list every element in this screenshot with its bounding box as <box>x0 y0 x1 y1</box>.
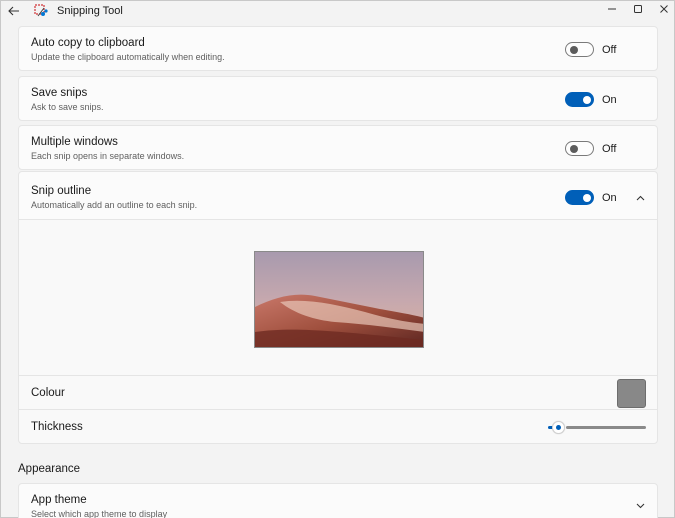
appearance-heading: Appearance <box>18 463 81 475</box>
toggle-knob <box>570 145 578 153</box>
toggle-knob <box>570 46 578 54</box>
title-bar: Snipping Tool <box>1 1 675 23</box>
auto-copy-toggle[interactable] <box>565 42 594 57</box>
colour-swatch-button[interactable] <box>617 379 646 408</box>
snip-outline-toggle[interactable] <box>565 190 594 205</box>
setting-subtitle: Ask to save snips. <box>31 102 104 112</box>
toggle-state-label: Off <box>602 143 617 155</box>
setting-subtitle: Each snip opens in separate windows. <box>31 151 185 161</box>
setting-title: Snip outline <box>31 185 92 197</box>
setting-title: App theme <box>31 494 87 506</box>
colour-row: Colour <box>19 375 657 409</box>
setting-app-theme[interactable]: App theme Select which app theme to disp… <box>18 483 658 518</box>
setting-title: Save snips <box>31 87 88 99</box>
toggle-state-label: Off <box>602 44 617 56</box>
chevron-down-icon[interactable] <box>634 500 646 512</box>
toggle-state-label: On <box>602 94 617 106</box>
multiple-windows-toggle[interactable] <box>565 141 594 156</box>
thickness-row: Thickness <box>19 409 657 443</box>
setting-title: Multiple windows <box>31 136 118 148</box>
toggle-state-label: On <box>602 192 617 204</box>
app-title: Snipping Tool <box>57 5 123 17</box>
toggle-knob <box>583 96 591 104</box>
setting-auto-copy: Auto copy to clipboard Update the clipbo… <box>18 26 658 71</box>
chevron-up-icon[interactable] <box>634 192 646 204</box>
setting-subtitle: Update the clipboard automatically when … <box>31 52 225 62</box>
setting-snip-outline: Snip outline Automatically add an outlin… <box>18 171 658 444</box>
setting-subtitle: Automatically add an outline to each sni… <box>31 200 198 210</box>
slider-track-rest <box>566 426 646 429</box>
thickness-label: Thickness <box>31 421 83 433</box>
toggle-knob <box>583 194 591 202</box>
setting-subtitle: Select which app theme to display <box>31 509 168 518</box>
colour-label: Colour <box>31 387 65 399</box>
save-snips-toggle[interactable] <box>565 92 594 107</box>
close-icon[interactable] <box>649 1 675 17</box>
slider-thumb[interactable] <box>552 421 565 434</box>
snipping-tool-icon <box>34 4 48 18</box>
back-arrow-icon[interactable] <box>5 2 23 20</box>
outline-preview-image <box>254 251 424 348</box>
setting-multiple-windows: Multiple windows Each snip opens in sepa… <box>18 125 658 170</box>
setting-title: Auto copy to clipboard <box>31 37 145 49</box>
snip-outline-header[interactable]: Snip outline Automatically add an outlin… <box>19 172 657 220</box>
setting-save-snips: Save snips Ask to save snips. On <box>18 76 658 121</box>
